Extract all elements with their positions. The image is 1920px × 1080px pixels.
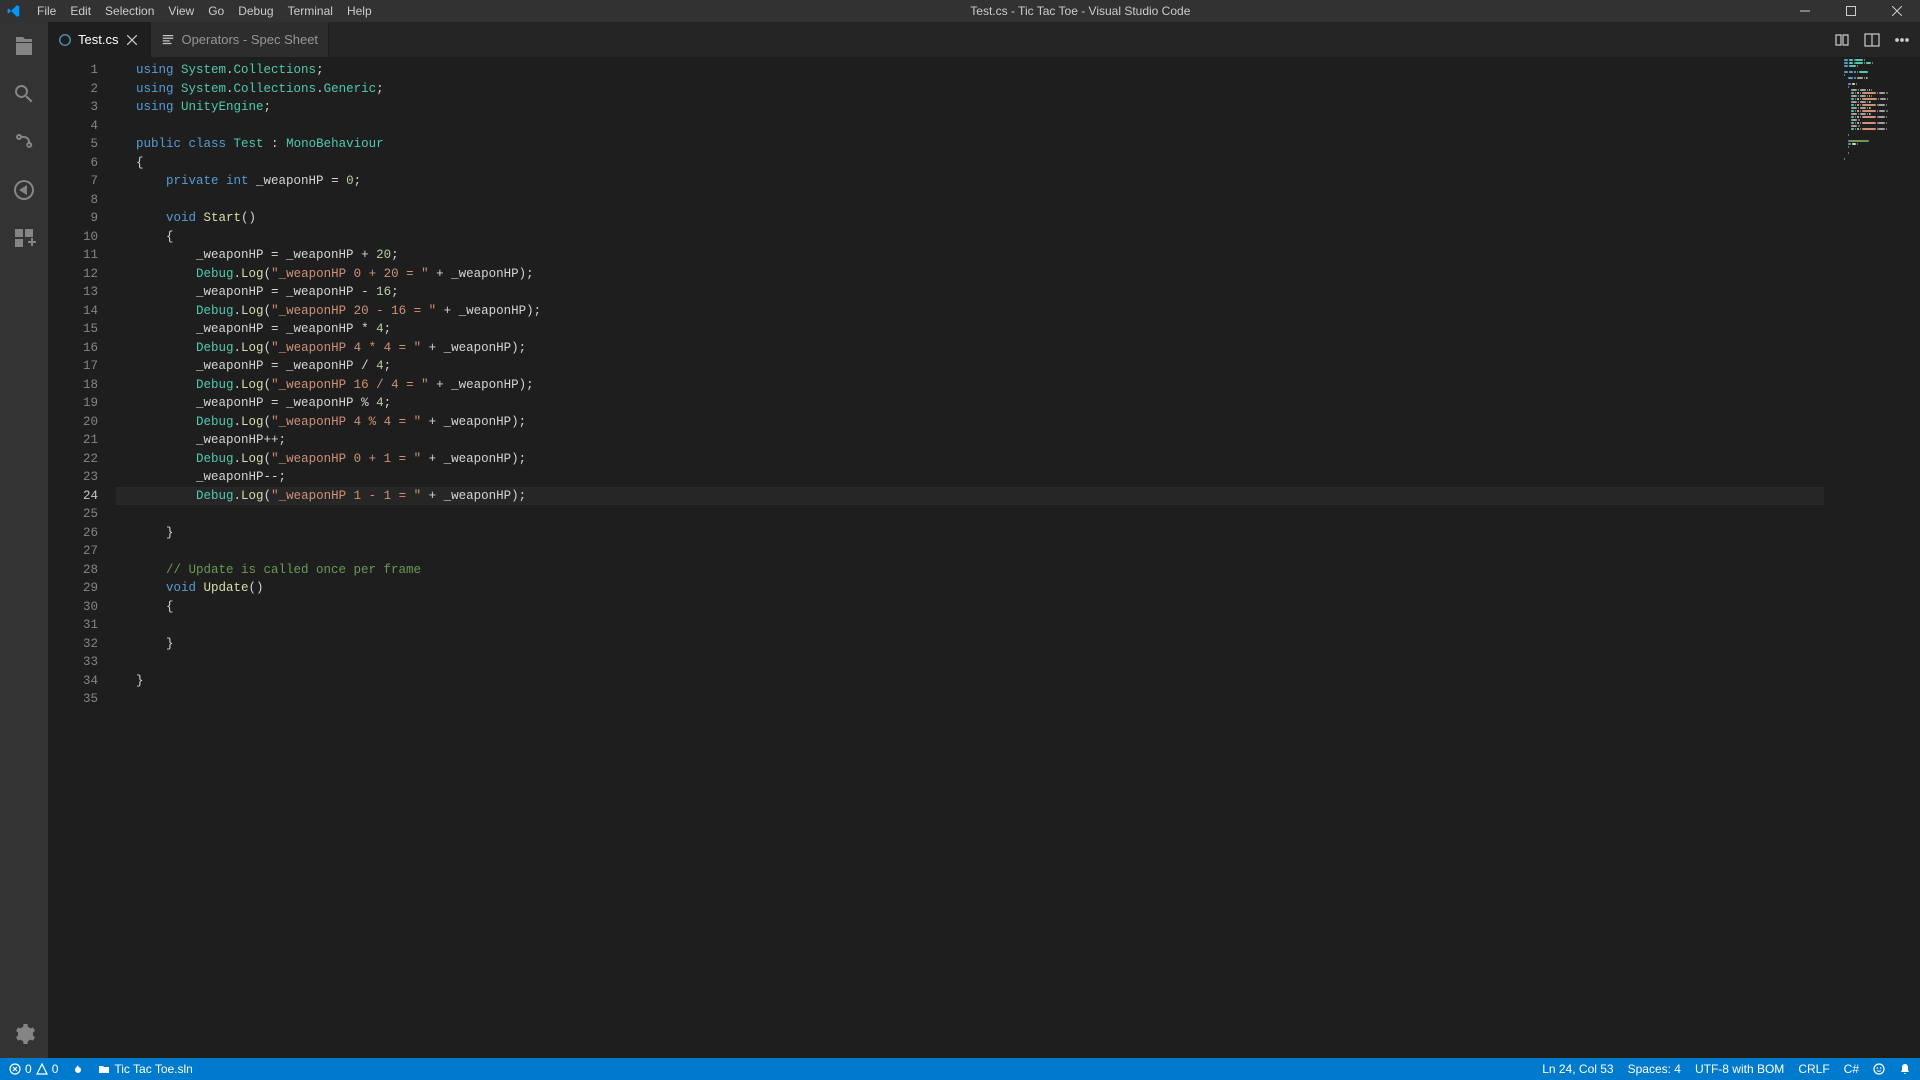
smiley-icon	[1873, 1063, 1885, 1075]
status-notifications[interactable]	[1892, 1063, 1918, 1075]
titlebar: File Edit Selection View Go Debug Termin…	[0, 0, 1920, 22]
window-title: Test.cs - Tic Tac Toe - Visual Studio Co…	[379, 4, 1782, 18]
close-button[interactable]	[1874, 0, 1920, 22]
maximize-button[interactable]	[1828, 0, 1874, 22]
status-solution[interactable]: Tic Tac Toe.sln	[91, 1058, 199, 1080]
status-warnings-count: 0	[52, 1058, 59, 1080]
statusbar: 0 0 Tic Tac Toe.sln Ln 24, Col 53 Spaces…	[0, 1058, 1920, 1080]
activity-explorer[interactable]	[0, 22, 48, 70]
status-lang[interactable]: C#	[1837, 1058, 1866, 1080]
window-controls	[1782, 0, 1920, 22]
line-gutter: 1234567891011121314151617181920212223242…	[48, 57, 116, 1058]
activity-scm[interactable]	[0, 118, 48, 166]
menu-terminal[interactable]: Terminal	[281, 0, 340, 22]
activity-search[interactable]	[0, 70, 48, 118]
csharp-file-icon	[58, 33, 72, 47]
more-actions-icon[interactable]	[1894, 32, 1910, 48]
menu-go[interactable]: Go	[201, 0, 231, 22]
bell-icon	[1899, 1063, 1911, 1075]
tab-label: Test.cs	[78, 32, 118, 47]
tab-close-icon[interactable]	[124, 32, 140, 48]
editor-body[interactable]: 1234567891011121314151617181920212223242…	[48, 57, 1920, 1058]
status-solution-label: Tic Tac Toe.sln	[114, 1058, 192, 1080]
tab-label: Operators - Spec Sheet	[181, 32, 318, 47]
menu-selection[interactable]: Selection	[98, 0, 161, 22]
status-spaces[interactable]: Spaces: 4	[1621, 1058, 1688, 1080]
minimize-button[interactable]	[1782, 0, 1828, 22]
status-feedback[interactable]	[1866, 1063, 1892, 1075]
editor-area: Test.cs Operators - Spec Sheet 123456789…	[48, 22, 1920, 1058]
error-icon	[9, 1063, 21, 1075]
code-content[interactable]: using System.Collections;using System.Co…	[116, 57, 1824, 1058]
status-eol[interactable]: CRLF	[1791, 1058, 1836, 1080]
menu-bar: File Edit Selection View Go Debug Termin…	[28, 0, 379, 22]
tab-actions	[1824, 22, 1920, 57]
status-lncol[interactable]: Ln 24, Col 53	[1535, 1058, 1620, 1080]
tabbar: Test.cs Operators - Spec Sheet	[48, 22, 1920, 57]
status-encoding[interactable]: UTF-8 with BOM	[1688, 1058, 1791, 1080]
menu-file[interactable]: File	[30, 0, 63, 22]
menu-debug[interactable]: Debug	[231, 0, 280, 22]
status-errors[interactable]: 0 0	[2, 1058, 65, 1080]
activity-debug[interactable]	[0, 166, 48, 214]
status-errors-count: 0	[25, 1058, 32, 1080]
status-sync[interactable]	[65, 1063, 91, 1075]
tab-operators-spec[interactable]: Operators - Spec Sheet	[151, 22, 329, 57]
tab-test-cs[interactable]: Test.cs	[48, 22, 151, 57]
activity-extensions[interactable]	[0, 214, 48, 262]
menu-help[interactable]: Help	[340, 0, 379, 22]
vscode-logo-icon	[0, 4, 28, 18]
warning-icon	[36, 1063, 48, 1075]
split-editor-icon[interactable]	[1864, 32, 1880, 48]
activity-settings[interactable]	[0, 1010, 48, 1058]
menu-edit[interactable]: Edit	[63, 0, 98, 22]
activity-bar	[0, 22, 48, 1058]
flame-icon	[72, 1063, 84, 1075]
minimap[interactable]	[1824, 57, 1920, 1058]
compare-changes-icon[interactable]	[1834, 32, 1850, 48]
text-file-icon	[161, 33, 175, 47]
folder-icon	[98, 1063, 110, 1075]
menu-view[interactable]: View	[161, 0, 201, 22]
